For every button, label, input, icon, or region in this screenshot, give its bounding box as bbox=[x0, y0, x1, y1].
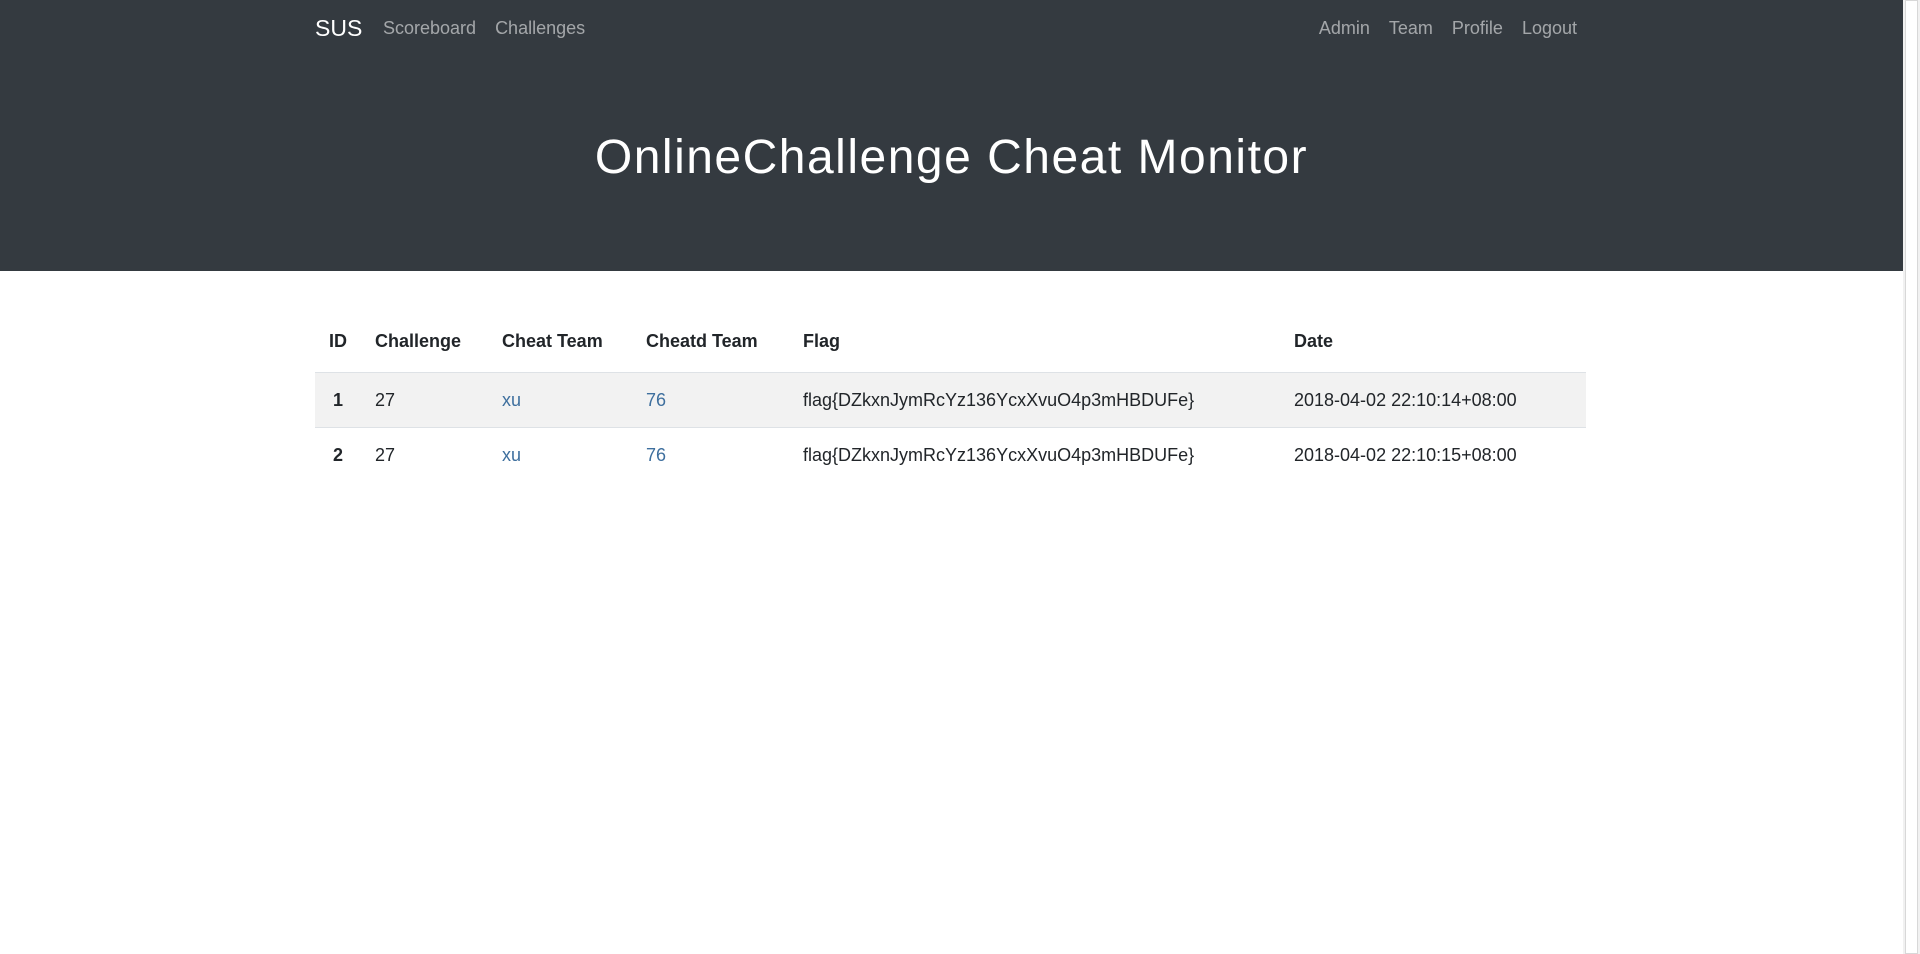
nav-scoreboard-link[interactable]: Scoreboard bbox=[383, 18, 476, 39]
brand-link[interactable]: SUS bbox=[315, 15, 362, 42]
col-date-header: Date bbox=[1280, 310, 1586, 373]
cell-id: 1 bbox=[315, 372, 361, 428]
nav-team-link[interactable]: Team bbox=[1389, 18, 1433, 39]
nav-challenges-link[interactable]: Challenges bbox=[495, 18, 585, 39]
cell-cheat-team: xu bbox=[488, 372, 632, 428]
nav-logout-link[interactable]: Logout bbox=[1522, 18, 1577, 39]
navbar: SUS Scoreboard Challenges Admin Team Pro… bbox=[315, 0, 1585, 58]
nav-profile-link[interactable]: Profile bbox=[1452, 18, 1503, 39]
cell-date: 2018-04-02 22:10:15+08:00 bbox=[1280, 427, 1586, 482]
cheat-table-container: ID Challenge Cheat Team Cheatd Team Flag… bbox=[315, 310, 1586, 482]
scrollbar-thumb[interactable] bbox=[1905, 0, 1918, 954]
cell-id: 2 bbox=[315, 427, 361, 482]
cell-cheated-team: 76 bbox=[632, 372, 789, 428]
cheat-team-link[interactable]: xu bbox=[502, 390, 521, 410]
cell-flag: flag{DZkxnJymRcYz136YcxXvuO4p3mHBDUFe} bbox=[789, 427, 1280, 482]
table-row: 2 27 xu 76 flag{DZkxnJymRcYz136YcxXvuO4p… bbox=[315, 427, 1586, 482]
col-challenge-header: Challenge bbox=[361, 310, 488, 373]
page-header: SUS Scoreboard Challenges Admin Team Pro… bbox=[0, 0, 1903, 271]
nav-left: Scoreboard Challenges bbox=[383, 18, 585, 39]
col-cheated-team-header: Cheatd Team bbox=[632, 310, 789, 373]
cell-cheated-team: 76 bbox=[632, 427, 789, 482]
page-title: OnlineChallenge Cheat Monitor bbox=[594, 131, 1309, 184]
col-flag-header: Flag bbox=[789, 310, 1280, 373]
col-id-header: ID bbox=[315, 310, 361, 373]
cell-challenge: 27 bbox=[361, 427, 488, 482]
nav-admin-link[interactable]: Admin bbox=[1319, 18, 1370, 39]
col-cheat-team-header: Cheat Team bbox=[488, 310, 632, 373]
cell-date: 2018-04-02 22:10:14+08:00 bbox=[1280, 372, 1586, 428]
vertical-scrollbar[interactable] bbox=[1903, 0, 1920, 954]
cheated-team-link[interactable]: 76 bbox=[646, 390, 666, 410]
nav-right: Admin Team Profile Logout bbox=[1319, 18, 1577, 39]
cheat-team-link[interactable]: xu bbox=[502, 445, 521, 465]
cell-flag: flag{DZkxnJymRcYz136YcxXvuO4p3mHBDUFe} bbox=[789, 372, 1280, 428]
cell-cheat-team: xu bbox=[488, 427, 632, 482]
cheated-team-link[interactable]: 76 bbox=[646, 445, 666, 465]
cell-challenge: 27 bbox=[361, 372, 488, 428]
table-row: 1 27 xu 76 flag{DZkxnJymRcYz136YcxXvuO4p… bbox=[315, 372, 1586, 428]
table-header-row: ID Challenge Cheat Team Cheatd Team Flag… bbox=[315, 310, 1586, 373]
cheat-table: ID Challenge Cheat Team Cheatd Team Flag… bbox=[315, 310, 1586, 482]
